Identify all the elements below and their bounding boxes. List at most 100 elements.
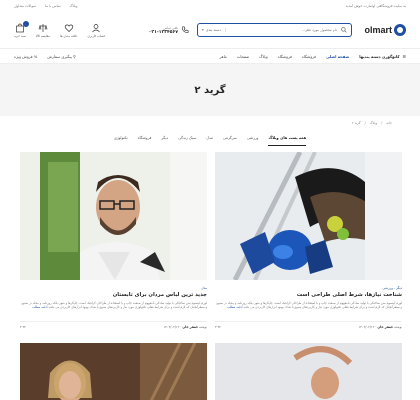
top-bar: به سایت فروشگاهی اولمارت خوش آمدید وبلاگ… (0, 0, 420, 12)
ski-gear-image (215, 152, 402, 280)
post-title[interactable]: جدید ترین لباس مردان برای تابستان (20, 292, 207, 298)
comment-count: ۳ (215, 325, 217, 329)
filter-sport[interactable]: ورزشی (247, 136, 259, 146)
phone-icon (182, 26, 189, 33)
top-links: وبلاگ تماس با ما سوالات متداول (14, 4, 78, 8)
filter-other[interactable]: دیگر (161, 136, 168, 146)
author-name[interactable]: جعفر خان (182, 325, 198, 329)
breadcrumb-blog[interactable]: وبلاگ (370, 121, 377, 125)
search-input[interactable] (229, 28, 337, 32)
post-date: ۱۴۰۳/۰۲/۱۲ (358, 325, 375, 329)
filter-model[interactable]: مدل (206, 136, 213, 146)
breadcrumb: خانه / وبلاگ / گرید ۲ (0, 116, 420, 130)
posts-grid: دیگر ، ورزشی شناخت نیازها، شرط اصلی طراح… (0, 146, 420, 329)
nav-special-sale[interactable]: % فروش ویژه (14, 54, 37, 59)
post-author: نوشته جعفر خان · ۱۴۰۳/۰۲/۱۲ (163, 325, 208, 329)
search-box: دسته بندی ▾ (197, 23, 352, 37)
cart-label: سبد خرید (14, 33, 26, 38)
filter-all[interactable]: همه پست های وبلاگ (268, 136, 307, 146)
filter-technology[interactable]: تکنولوژی (114, 136, 128, 146)
heart-icon (64, 24, 73, 32)
author-name[interactable]: جعفر خان (377, 325, 393, 329)
nav-item-home[interactable]: صفحه اصلی (326, 54, 349, 59)
compare-button[interactable]: مقایسه کالا (36, 23, 50, 38)
filter-shop[interactable]: فروشگاه (138, 136, 152, 146)
post-comments[interactable]: ✉ ۳ (20, 325, 25, 329)
post-image-woman[interactable] (20, 343, 207, 400)
phone-contact: تلفن تماس ۰۲۱-۱۲۳۴۵۶۷ (149, 26, 189, 35)
post-date: ۱۴۰۳/۰۲/۱۲ (163, 325, 180, 329)
yoga-image (215, 343, 402, 400)
filter-entertainment[interactable]: سرگرمی (223, 136, 237, 146)
top-link-blog[interactable]: وبلاگ (70, 4, 78, 8)
search-icon[interactable] (341, 27, 347, 33)
nav-item-maher[interactable]: ماهر (220, 54, 227, 59)
post-excerpt: لورم ایپسوم متن ساختگی با تولید سادگی نا… (215, 301, 402, 318)
post-excerpt-text: لورم ایپسوم متن ساختگی با تولید سادگی نا… (215, 301, 402, 310)
post-author: نوشته جعفر خان · ۱۴۰۳/۰۲/۱۲ (358, 325, 403, 329)
categories-menu-button[interactable]: ☰ کاتوگوری دسته بندیها (359, 54, 406, 59)
post-card (215, 343, 402, 400)
post-image-fashion[interactable] (20, 152, 207, 280)
comment-count: ۳ (20, 325, 22, 329)
breadcrumb-separator: / (364, 121, 366, 125)
menu-icon: ☰ (402, 53, 406, 59)
page-title: گرید ۲ (194, 84, 226, 96)
logo-mark (394, 24, 406, 36)
cart-count-badge: ۰ (22, 20, 29, 27)
nav-item-blog[interactable]: وبلاگ (259, 54, 268, 59)
search-category-label: دسته بندی (205, 28, 221, 32)
post-image-yoga[interactable] (215, 343, 402, 400)
woman-portrait-image (20, 343, 207, 400)
page-hero: گرید ۲ (0, 64, 420, 116)
nav-item-pages[interactable]: صفحات (237, 54, 249, 59)
nav-item-shop-2[interactable]: فروشگاه (278, 54, 292, 59)
user-icon (92, 23, 101, 32)
header-actions: حساب کاربری علاقه مندی ها مقایسه کالا ۰ … (14, 20, 106, 38)
post-card: مدل جدید ترین لباس مردان برای تابستان لو… (20, 152, 207, 329)
account-label: حساب کاربری (87, 33, 106, 38)
scale-icon (38, 23, 48, 32)
chevron-down-icon: ▾ (202, 28, 204, 32)
category-filters: همه پست های وبلاگ ورزشی سرگرمی مدل سبک ز… (0, 130, 420, 146)
cart-button[interactable]: ۰ سبد خرید (14, 20, 29, 38)
post-meta: نوشته جعفر خان · ۱۴۰۳/۰۲/۱۲ ✉ ۳ (215, 321, 402, 329)
posts-grid-row-2 (0, 329, 420, 400)
man-portrait-image (20, 152, 207, 280)
account-button[interactable]: حساب کاربری (87, 23, 106, 38)
post-category[interactable]: مدل (20, 286, 207, 290)
order-tracking-label: پیگیری سفارش (47, 53, 72, 59)
post-title[interactable]: شناخت نیازها، شرط اصلی طراحی است (215, 292, 402, 298)
wishlist-button[interactable]: علاقه مندی ها (60, 23, 78, 38)
nav-secondary: ⚲ پیگیری سفارش % فروش ویژه (14, 54, 76, 59)
logo-text: olmart (364, 25, 392, 35)
nav-item-shop[interactable]: فروشگاه (302, 54, 316, 59)
post-card: دیگر ، ورزشی شناخت نیازها، شرط اصلی طراح… (215, 152, 402, 329)
filter-lifestyle[interactable]: سبک زندگی (178, 136, 196, 146)
post-image-ski[interactable] (215, 152, 402, 280)
categories-label: کاتوگوری دسته بندیها (359, 53, 400, 59)
sale-icon: % (33, 53, 38, 59)
logo[interactable]: olmart (360, 24, 406, 36)
special-sale-label: فروش ویژه (14, 53, 33, 59)
post-excerpt: لورم ایپسوم متن ساختگی با تولید سادگی نا… (20, 301, 207, 318)
post-comments[interactable]: ✉ ۳ (215, 325, 220, 329)
wishlist-label: علاقه مندی ها (60, 33, 78, 38)
breadcrumb-home[interactable]: خانه (386, 121, 392, 125)
read-more-link[interactable]: ادامه مطلب (32, 305, 47, 309)
top-link-contact[interactable]: تماس با ما (45, 4, 61, 8)
post-category[interactable]: دیگر ، ورزشی (215, 286, 402, 290)
top-link-faq[interactable]: سوالات متداول (14, 4, 36, 8)
search-category-select[interactable]: دسته بندی ▾ (202, 28, 226, 32)
site-header: olmart دسته بندی ▾ تلفن تماس ۰۲۱-۱۲۳۴۵۶۷… (0, 12, 420, 48)
comment-icon: ✉ (22, 325, 26, 329)
breadcrumb-separator: / (381, 121, 383, 125)
read-more-link[interactable]: ادامه مطلب (227, 305, 242, 309)
pin-icon: ⚲ (73, 53, 76, 59)
comment-icon: ✉ (217, 325, 221, 329)
phone-number: ۰۲۱-۱۲۳۴۵۶۷ (148, 29, 178, 35)
post-card (20, 343, 207, 400)
post-meta: نوشته جعفر خان · ۱۴۰۳/۰۲/۱۲ ✉ ۳ (20, 321, 207, 329)
nav-order-tracking[interactable]: ⚲ پیگیری سفارش (47, 54, 75, 59)
post-excerpt-text: لورم ایپسوم متن ساختگی با تولید سادگی نا… (20, 301, 207, 310)
